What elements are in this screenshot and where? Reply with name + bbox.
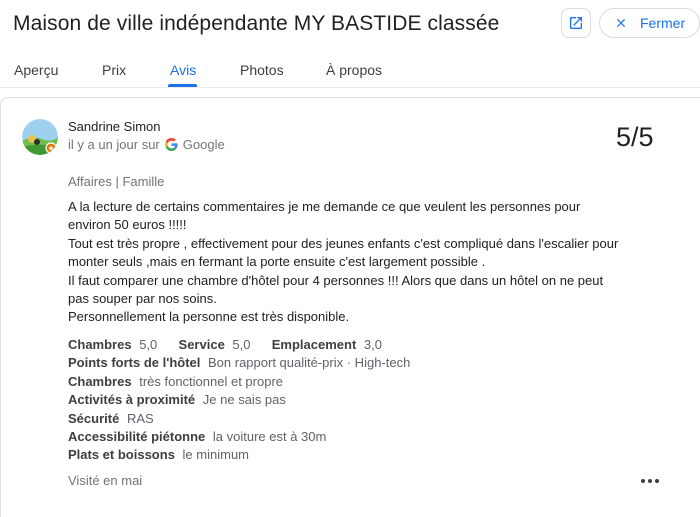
more-horizontal-icon <box>641 479 645 483</box>
review-text-line: pas souper par nos soins. <box>68 291 217 307</box>
detail-label: Activités à proximité <box>68 392 196 408</box>
review-author[interactable]: Sandrine Simon <box>68 119 161 134</box>
detail-row: Points forts de l'hôtel Bon rapport qual… <box>68 354 410 372</box>
tabs-divider <box>0 87 700 88</box>
detail-row: Chambres très fonctionnel et propre <box>68 373 410 391</box>
detail-label: Accessibilité piétonne <box>68 429 206 445</box>
review-score: 5/5 <box>616 122 654 152</box>
rating-value-emplacement: 3,0 <box>363 337 382 352</box>
rating-row: Chambres 5,0 Service 5,0 Emplacement 3,0 <box>68 336 410 354</box>
review-text-line: Personnellement la personne est très dis… <box>68 309 350 325</box>
detail-row: Sécurité RAS <box>68 410 410 428</box>
visited-date: Visité en mai <box>68 473 143 488</box>
review-text-line: A la lecture de certains commentaires je… <box>68 199 581 214</box>
page-title: Maison de ville indépendante MY BASTIDE … <box>13 12 500 35</box>
review-text: A la lecture de certains commentaires je… <box>68 198 638 327</box>
review-text-line: environ 50 euros !!!!! <box>68 217 187 233</box>
detail-label: Sécurité <box>68 410 120 426</box>
review-time: il y a un jour sur <box>68 137 160 152</box>
trip-tags: Affaires | Famille <box>68 174 165 189</box>
detail-row: Accessibilité piétonne la voiture est à … <box>68 428 410 446</box>
detail-row: Activités à proximité Je ne sais pas <box>68 391 410 409</box>
close-icon <box>616 18 626 28</box>
detail-value: le minimum <box>182 447 250 463</box>
tab-photos[interactable]: Photos <box>240 62 284 78</box>
tab-prix[interactable]: Prix <box>102 62 126 78</box>
detail-label: Chambres <box>68 373 132 389</box>
detail-label: Plats et boissons <box>68 447 175 463</box>
review-meta: il y a un jour sur Google <box>68 137 225 152</box>
rating-value-chambres: 5,0 <box>139 337 158 352</box>
review-source: Google <box>182 137 225 152</box>
close-button[interactable]: Fermer <box>599 8 700 38</box>
review-text-line: monter seuls ,mais en fermant la porte e… <box>68 254 486 270</box>
rating-label-service: Service <box>178 337 225 352</box>
avatar[interactable] <box>22 119 58 155</box>
rating-value-service: 5,0 <box>232 337 251 352</box>
detail-label: Points forts de l'hôtel <box>68 355 201 371</box>
detail-value: très fonctionnel et propre <box>139 373 284 389</box>
detail-value: RAS <box>126 410 154 426</box>
more-options-button[interactable] <box>640 474 660 488</box>
tab-apercu[interactable]: Aperçu <box>14 62 58 78</box>
review-text-line: Il faut comparer une chambre d'hôtel pou… <box>68 272 604 288</box>
tab-a-propos[interactable]: À propos <box>326 62 382 78</box>
close-label: Fermer <box>640 15 686 31</box>
review-text-line: Tout est très propre , effectivement pou… <box>68 235 619 251</box>
detail-row: Plats et boissons le minimum <box>68 446 410 464</box>
rating-label-chambres: Chambres <box>68 337 132 352</box>
review-details: Chambres 5,0 Service 5,0 Emplacement 3,0… <box>68 336 410 465</box>
open-in-new-icon <box>570 17 582 29</box>
detail-value: Bon rapport qualité-prix · High-tech <box>208 355 411 371</box>
tab-bar: Aperçu Prix Avis Photos À propos <box>0 54 700 88</box>
google-icon <box>164 138 178 151</box>
rating-label-emplacement: Emplacement <box>271 337 357 352</box>
detail-value: Je ne sais pas <box>202 392 286 408</box>
open-in-new-button[interactable] <box>561 8 591 38</box>
tab-avis[interactable]: Avis <box>170 62 196 78</box>
detail-value: la voiture est à 30m <box>212 429 327 445</box>
